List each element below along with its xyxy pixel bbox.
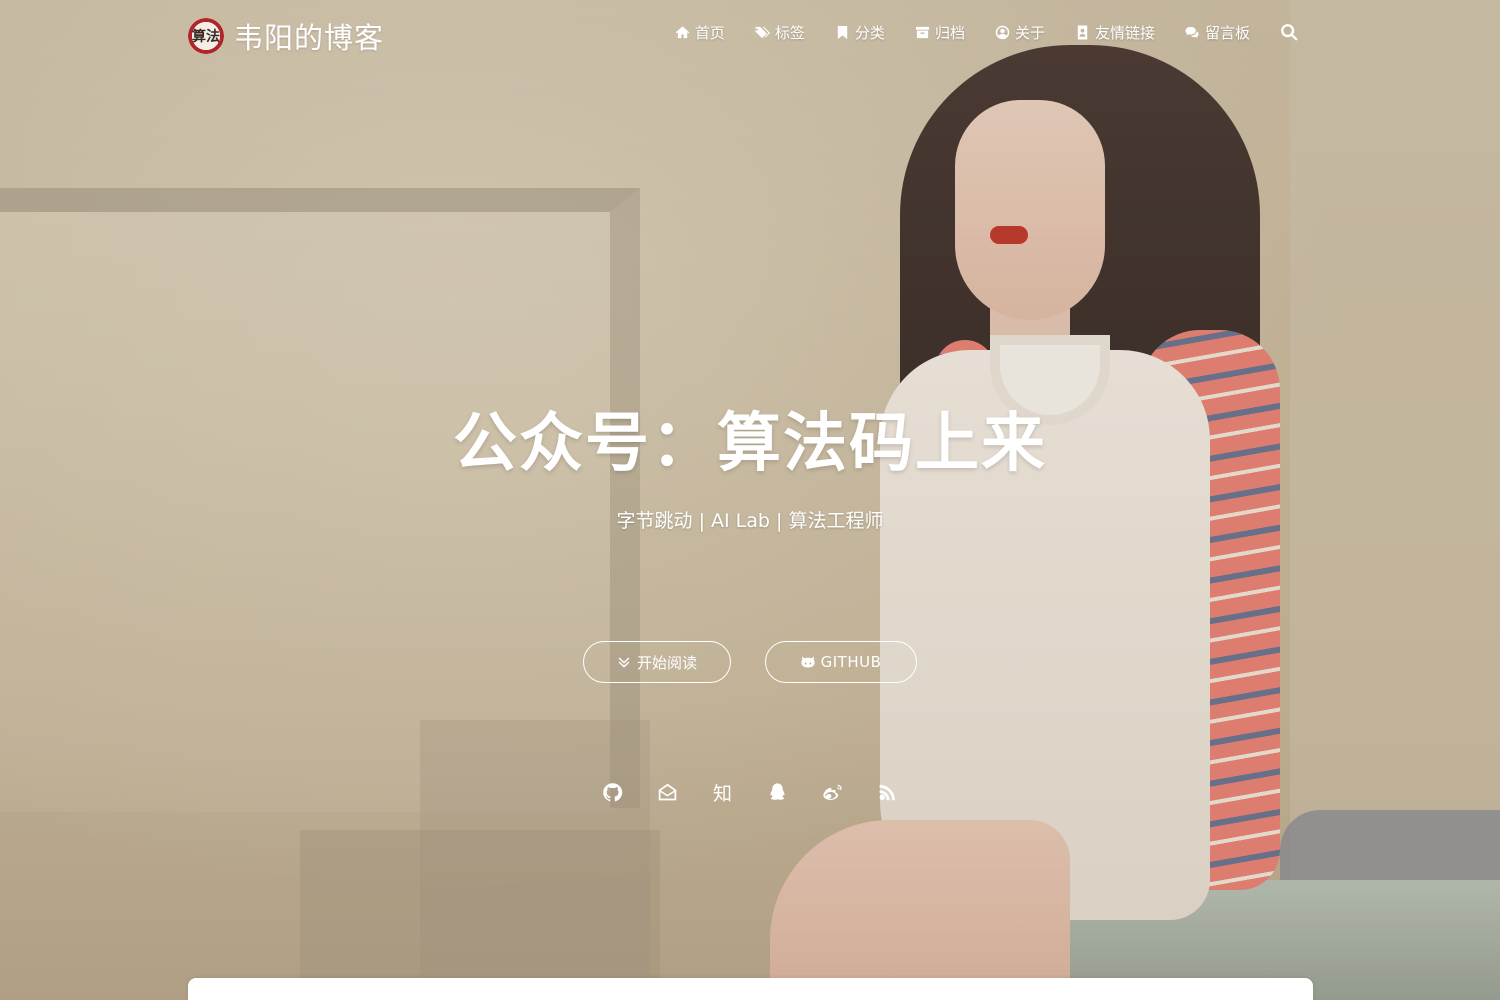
search-icon [1281,23,1298,40]
content-card [188,978,1313,1000]
nav-item-about[interactable]: 关于 [995,22,1045,43]
home-icon [675,25,690,40]
nav-item-home[interactable]: 首页 [675,22,725,43]
hero-banner: 算法 韦阳的博客 首页 标签 分类 归档 关于 友情链接 留言板 公众号：算法码… [0,0,1500,1000]
social-links: 知 [0,776,1500,808]
comments-icon [1185,25,1200,40]
background-overlay [0,0,1500,1000]
hero-subtitle: 字节跳动 | AI Lab | 算法工程师 [616,510,884,532]
nav-item-archive[interactable]: 归档 [915,22,965,43]
nav-item-tags[interactable]: 标签 [755,22,805,43]
user-circle-icon [995,25,1010,40]
nav-item-label: 留言板 [1204,24,1250,42]
weibo-icon [823,784,842,800]
social-link-rss[interactable] [876,776,900,808]
social-link-github[interactable] [601,776,625,808]
social-link-qq[interactable] [766,776,790,808]
nav-item-label: 友情链接 [1094,24,1155,42]
chevron-double-down-icon [617,655,631,669]
nav-item-friend-links[interactable]: 友情链接 [1075,22,1155,43]
site-title: 韦阳的博客 [234,21,385,55]
archive-icon [915,25,930,40]
nav-item-label: 分类 [854,24,885,42]
github-icon [603,782,623,801]
start-reading-label: 开始阅读 [636,653,697,672]
qq-icon [770,782,785,800]
email-icon [658,783,677,800]
nav-item-label: 归档 [934,24,965,42]
nav-item-label: 标签 [774,24,805,42]
nav-item-categories[interactable]: 分类 [835,22,885,43]
nav-item-label: 关于 [1014,24,1045,42]
github-alt-icon [801,655,815,669]
social-link-weibo[interactable] [821,776,845,808]
zhihu-icon: 知 [712,782,732,805]
hero-title: 公众号：算法码上来 [453,407,1047,481]
site-logo: 算法 [188,18,224,54]
logo-text: 算法 [192,29,220,45]
brand-link[interactable]: 算法 韦阳的博客 [188,16,384,56]
nav-menu: 首页 标签 分类 归档 关于 友情链接 留言板 [675,22,1300,43]
bookmark-icon [835,25,850,40]
social-link-email[interactable] [656,776,680,808]
search-button[interactable] [1280,23,1300,43]
nav-item-guestbook[interactable]: 留言板 [1185,22,1250,43]
github-button[interactable]: GITHUB [765,641,917,683]
nav-item-label: 首页 [694,24,725,42]
github-label: GITHUB [820,653,882,671]
address-book-icon [1075,25,1090,40]
tags-icon [755,25,770,40]
hero-buttons: 开始阅读 GITHUB [0,641,1500,683]
social-link-zhihu[interactable]: 知 [711,776,735,808]
start-reading-button[interactable]: 开始阅读 [583,641,731,683]
navbar: 算法 韦阳的博客 首页 标签 分类 归档 关于 友情链接 留言板 [0,0,1500,70]
rss-icon [879,784,895,800]
